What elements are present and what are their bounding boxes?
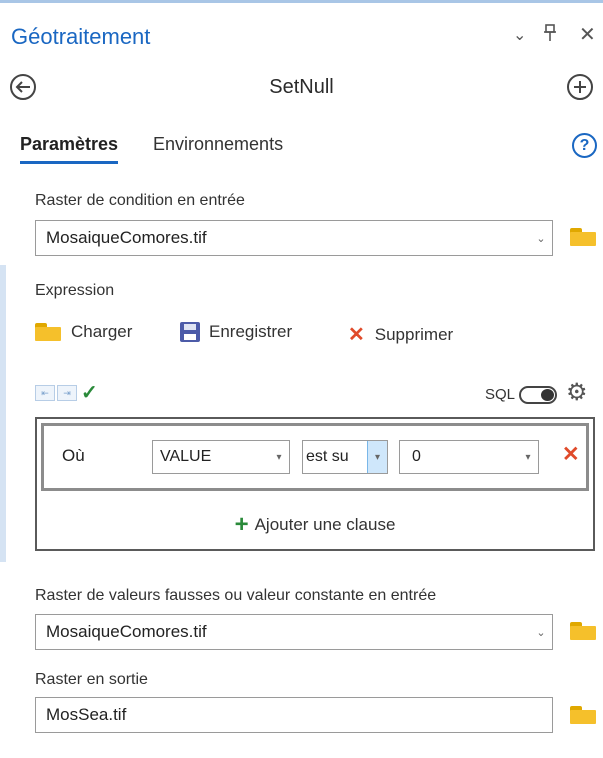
chevron-down-icon[interactable]: ▾	[367, 441, 387, 473]
condition-raster-label: Raster de condition en entrée	[35, 192, 245, 209]
delete-button[interactable]: ✕ Supprimer	[348, 322, 453, 347]
folder-icon[interactable]	[570, 228, 596, 246]
load-button[interactable]: Charger	[35, 322, 132, 342]
output-raster-input[interactable]: MosSea.tif	[35, 697, 553, 733]
help-icon[interactable]: ?	[572, 133, 597, 158]
add-clause-button[interactable]: + Ajouter une clause	[37, 511, 593, 539]
folder-icon[interactable]	[570, 622, 596, 640]
panel-top-border	[0, 0, 603, 3]
tab-parametres[interactable]: Paramètres	[20, 134, 119, 164]
plus-icon: +	[234, 511, 249, 538]
save-button[interactable]: Enregistrer	[180, 322, 292, 342]
clause-row: Où VALUE ▾ est su ▾ 0 ▾ ✕	[41, 423, 589, 491]
condition-raster-value: MosaiqueComores.tif	[46, 228, 207, 247]
tab-environnements[interactable]: Environnements	[153, 134, 283, 155]
where-label: Où	[62, 446, 85, 465]
output-raster-label: Raster en sortie	[35, 671, 148, 688]
expression-label: Expression	[35, 282, 115, 299]
close-icon[interactable]: ✕	[579, 22, 596, 47]
false-raster-select[interactable]: MosaiqueComores.tif ⌄	[35, 614, 553, 650]
value-select[interactable]: 0 ▾	[399, 440, 539, 474]
save-label: Enregistrer	[209, 322, 293, 341]
options-dropdown-icon[interactable]: ⌄	[513, 25, 526, 45]
field-select[interactable]: VALUE ▾	[152, 440, 290, 474]
sql-label: SQL	[485, 386, 516, 403]
add-circle-icon[interactable]	[567, 74, 593, 100]
false-raster-label: Raster de valeurs fausses ou valeur cons…	[35, 587, 437, 604]
folder-icon[interactable]	[570, 706, 596, 724]
panel-title: Géotraitement	[11, 24, 151, 49]
remove-clause-icon[interactable]: ✕	[562, 442, 580, 467]
condition-raster-select[interactable]: MosaiqueComores.tif ⌄	[35, 220, 553, 256]
delete-label: Supprimer	[374, 324, 454, 344]
active-parameter-indicator	[0, 265, 6, 562]
expression-builder: Où VALUE ▾ est su ▾ 0 ▾ ✕ + Ajouter une c…	[35, 417, 595, 551]
operator-select[interactable]: est su ▾	[302, 440, 388, 474]
chevron-down-icon[interactable]: ▾	[518, 452, 538, 463]
false-raster-value: MosaiqueComores.tif	[46, 622, 207, 641]
indent-icon[interactable]: ⇥	[57, 385, 77, 401]
pin-icon[interactable]	[543, 24, 557, 47]
add-clause-label: Ajouter une clause	[254, 515, 396, 534]
sql-toggle[interactable]	[519, 386, 557, 404]
chevron-down-icon[interactable]: ⌄	[530, 232, 552, 245]
tool-name: SetNull	[269, 76, 334, 98]
operator-value: est su	[306, 448, 349, 465]
save-disk-icon	[180, 322, 200, 342]
delete-x-icon: ✕	[348, 324, 365, 346]
folder-open-icon	[35, 323, 61, 341]
value-value: 0	[412, 448, 421, 465]
field-value: VALUE	[160, 448, 212, 465]
load-label: Charger	[71, 322, 133, 341]
gear-icon[interactable]: ⚙	[566, 378, 588, 407]
chevron-down-icon[interactable]: ⌄	[530, 626, 552, 639]
valid-check-icon[interactable]: ✓	[81, 380, 98, 405]
chevron-down-icon[interactable]: ▾	[269, 452, 289, 463]
outdent-icon[interactable]: ⇤	[35, 385, 55, 401]
